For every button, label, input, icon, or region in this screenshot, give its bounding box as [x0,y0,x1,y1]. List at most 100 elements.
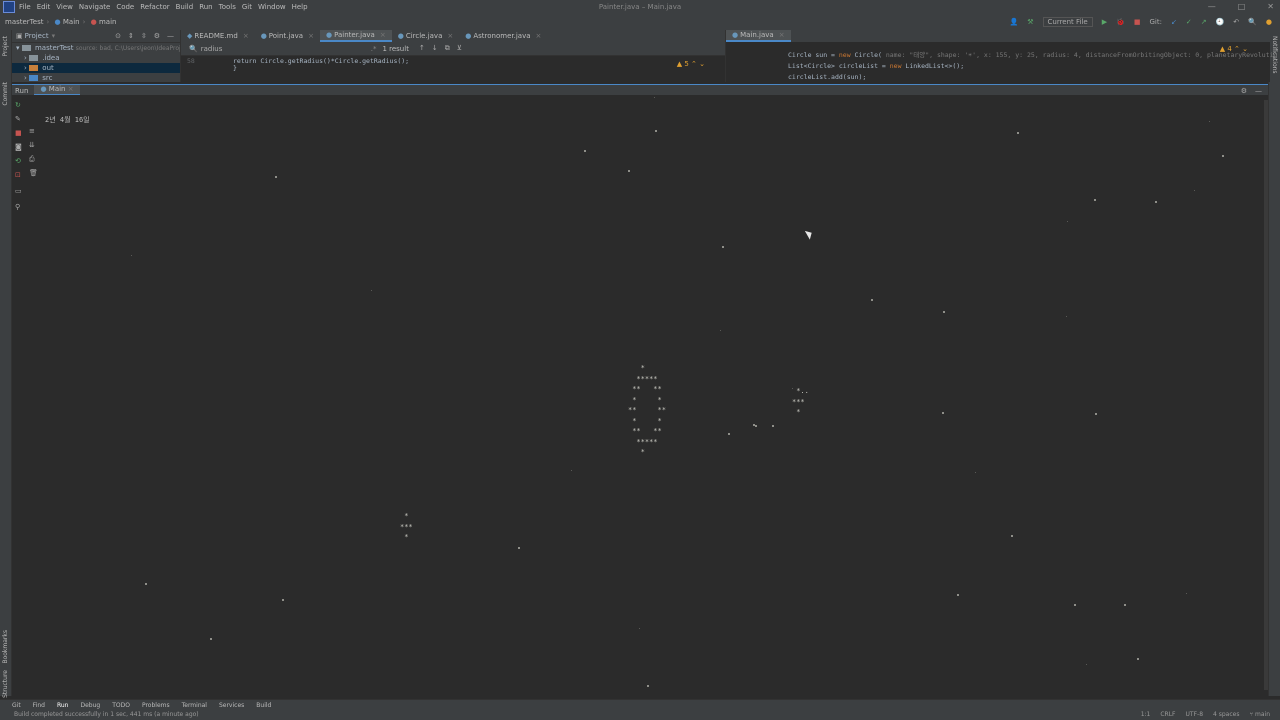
console-output[interactable]: 2년 4월 16일 * ***** ** ** * * ** ** * * **… [42,95,1268,696]
console-scrollbar[interactable] [1264,100,1268,690]
print-icon[interactable]: ⎙ [29,155,35,163]
stop-icon[interactable]: ■ [15,129,22,137]
pin-icon[interactable]: ⚲ [15,203,21,211]
search-input[interactable]: radius [201,45,371,53]
chevron-right-icon[interactable]: › [24,64,27,72]
close-icon[interactable]: × [380,29,386,41]
breadcrumb-file[interactable]: Main [63,18,80,26]
git-branch[interactable]: ⑂ main [1249,711,1270,718]
tree-row-out[interactable]: › out [12,63,180,73]
build-hammer-icon[interactable]: ⚒ [1027,18,1033,26]
tool-tab-todo[interactable]: TODO [112,702,130,709]
breadcrumb-method[interactable]: main [99,18,117,26]
menu-code[interactable]: Code [116,3,134,11]
menu-navigate[interactable]: Navigate [79,3,110,11]
collapse-all-icon[interactable]: ⇳ [141,32,147,40]
close-icon[interactable]: × [447,30,453,42]
layout-icon[interactable]: ▭ [15,187,22,195]
run-config-select[interactable]: Current File [1042,17,1093,27]
warning-count[interactable]: ▲ 5 ⌃ ⌄ [677,60,705,68]
run-icon[interactable]: ▶ [1102,18,1107,26]
tool-tab-problems[interactable]: Problems [142,702,170,709]
tool-tab-git[interactable]: Git [12,702,21,709]
warning-count-right[interactable]: ▲ 4 ⌃ ⌄ [1220,45,1248,53]
menu-run[interactable]: Run [199,3,212,11]
tab-circle[interactable]: ● Circle.java × [392,30,460,42]
camera-icon[interactable]: ◙ [15,143,22,151]
history-icon[interactable]: 🕘 [1216,18,1225,26]
tab-readme[interactable]: ◆ README.md × [181,30,255,42]
hide-icon[interactable]: — [167,32,174,40]
trash-icon[interactable]: 🗑 [29,169,38,177]
tool-tab-find[interactable]: Find [33,702,45,709]
menu-git[interactable]: Git [242,3,252,11]
scroll-to-end-icon[interactable]: ⇊ [29,141,35,149]
project-panel-title[interactable]: Project [25,32,49,40]
menu-window[interactable]: Window [258,3,286,11]
wrench-icon[interactable]: ✎ [15,115,21,123]
gear-icon[interactable]: ⚙ [1241,87,1247,95]
caret-position[interactable]: 1:1 [1141,711,1151,718]
menu-help[interactable]: Help [292,3,308,11]
chevron-down-icon[interactable]: ▾ [52,32,56,40]
menu-refactor[interactable]: Refactor [140,3,169,11]
git-push-icon[interactable]: ↗ [1201,18,1207,26]
tool-tab-run[interactable]: Run [57,702,69,709]
close-icon[interactable]: × [779,29,785,41]
debug-icon[interactable]: 🐞 [1116,18,1125,26]
stop-icon[interactable]: ■ [1134,18,1141,26]
git-update-icon[interactable]: ↙ [1171,18,1177,26]
tab-point[interactable]: ● Point.java × [255,30,320,42]
gear-icon[interactable]: ⚙ [154,32,160,40]
bookmarks-tool-tab[interactable]: Bookmarks [2,630,9,664]
commit-tool-tab[interactable]: Commit [2,82,9,106]
menu-edit[interactable]: Edit [37,3,51,11]
git-commit-icon[interactable]: ✓ [1186,18,1192,26]
tool-tab-terminal[interactable]: Terminal [182,702,207,709]
menu-file[interactable]: File [19,3,31,11]
close-icon[interactable]: × [68,85,74,93]
close-icon[interactable]: × [243,30,249,42]
select-opened-file-icon[interactable]: ⊙ [115,32,121,40]
user-icon[interactable]: 👤 [1010,18,1019,26]
rollback-icon[interactable]: ↶ [1233,18,1239,26]
search-everywhere-icon[interactable]: 🔍 [1248,18,1257,26]
filter-icon[interactable]: ⊻ [457,44,462,53]
tab-main[interactable]: ● Main.java × [726,30,791,42]
menu-tools[interactable]: Tools [219,3,236,11]
settings-icon[interactable]: ● [1266,18,1272,26]
regex-icon[interactable]: .* [371,45,377,53]
expand-all-icon[interactable]: ⇕ [128,32,134,40]
line-separator[interactable]: CRLF [1160,711,1175,718]
chevron-down-icon[interactable]: ▾ [16,44,20,52]
restore-layout-icon[interactable]: ⟲ [15,157,21,165]
tree-row-src[interactable]: › src [12,73,180,83]
file-encoding[interactable]: UTF-8 [1186,711,1204,718]
tool-tab-debug[interactable]: Debug [80,702,100,709]
indent-setting[interactable]: 4 spaces [1213,711,1239,718]
soft-wrap-icon[interactable]: ≡ [29,127,35,135]
chevron-right-icon[interactable]: › [24,54,27,62]
close-icon[interactable]: × [536,30,542,42]
close-icon[interactable]: ✕ [1267,2,1274,11]
next-occurrence-icon[interactable]: ↓ [432,44,438,53]
rerun-icon[interactable]: ↻ [15,101,21,109]
maximize-icon[interactable]: □ [1238,2,1246,11]
minimize-icon[interactable]: — [1208,2,1216,11]
structure-tool-tab[interactable]: Structure [2,670,9,698]
close-icon[interactable]: × [308,30,314,42]
project-tool-tab[interactable]: Project [2,36,9,57]
tool-tab-services[interactable]: Services [219,702,244,709]
tree-row-root[interactable]: ▾ masterTest source: bad, C:\Users\jeon\… [12,43,228,53]
breadcrumb-project[interactable]: masterTest [5,18,43,26]
tree-row-idea[interactable]: › .idea [12,53,180,63]
menu-view[interactable]: View [56,3,73,11]
code-area-right[interactable]: Circle sun = new Circle( name: "태양", sha… [726,50,1277,83]
menu-build[interactable]: Build [176,3,194,11]
tab-astronomer[interactable]: ● Astronomer.java × [459,30,547,42]
hide-icon[interactable]: — [1255,87,1262,95]
tool-tab-build[interactable]: Build [256,702,271,709]
exit-icon[interactable]: ⊡ [15,171,21,179]
select-all-occurrences-icon[interactable]: ⧉ [445,44,450,53]
previous-occurrence-icon[interactable]: ↑ [419,44,425,53]
